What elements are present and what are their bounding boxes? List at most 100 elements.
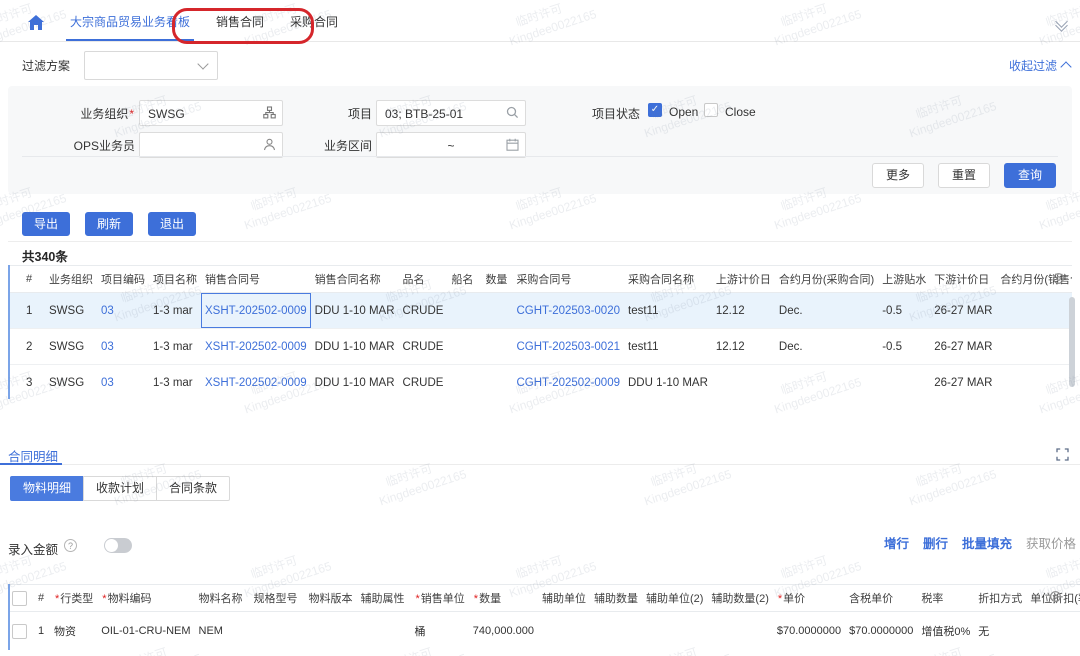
org-input[interactable]: SWSG bbox=[139, 100, 283, 126]
column-header[interactable]: 规格型号 bbox=[250, 585, 305, 612]
double-chevron-down-icon[interactable] bbox=[1057, 17, 1066, 30]
annotation-red-box bbox=[172, 8, 314, 44]
export-button[interactable]: 导出 bbox=[22, 212, 70, 236]
query-button[interactable]: 查询 bbox=[1004, 163, 1056, 188]
collapse-filter-link[interactable]: 收起过滤 bbox=[1009, 57, 1070, 74]
column-header[interactable]: 含税单价 bbox=[845, 585, 917, 612]
table-row[interactable]: 1物资OIL-01-CRU-NEMNEM桶740,000.000$70.0000… bbox=[8, 612, 1080, 651]
column-header[interactable]: 上游计价日 bbox=[712, 266, 775, 293]
section-divider bbox=[0, 464, 1080, 465]
column-header[interactable]: *物料编码 bbox=[97, 585, 194, 612]
column-header[interactable]: 上游贴水 bbox=[878, 266, 930, 293]
column-header[interactable]: 合约月份(采购合同) bbox=[775, 266, 878, 293]
more-button[interactable]: 更多 bbox=[872, 163, 924, 188]
column-header[interactable]: *数量 bbox=[469, 585, 538, 612]
org-tree-icon[interactable] bbox=[263, 106, 276, 119]
batch-fill-link[interactable]: 批量填充 bbox=[962, 533, 1012, 552]
table-row[interactable]: 1SWSG031-3 marXSHT-202502-0009DDU 1-10 M… bbox=[8, 293, 1072, 329]
column-header[interactable]: 采购合同号 bbox=[512, 266, 624, 293]
add-row-link[interactable]: 增行 bbox=[884, 533, 909, 552]
column-header[interactable]: 辅助数量 bbox=[590, 585, 642, 612]
column-header[interactable]: 采购合同名称 bbox=[624, 266, 712, 293]
biz-range-label: 业务区间 bbox=[298, 137, 372, 154]
filter-scheme-label: 过滤方案 bbox=[22, 57, 70, 74]
list-top-divider bbox=[8, 241, 1072, 242]
subtab-payment-plan[interactable]: 收款计划 bbox=[83, 476, 157, 501]
detail-tab-underline bbox=[0, 463, 62, 465]
column-header[interactable]: 销售合同号 bbox=[201, 266, 311, 293]
calendar-icon[interactable] bbox=[506, 138, 519, 151]
column-header[interactable]: 物料名称 bbox=[195, 585, 250, 612]
column-header[interactable]: *销售单位 bbox=[411, 585, 469, 612]
biz-range-input[interactable]: ~ bbox=[376, 132, 526, 158]
cell-link[interactable]: CGHT-202503-0021 bbox=[516, 341, 620, 353]
magnifier-icon[interactable] bbox=[506, 106, 519, 119]
status-open-checkbox[interactable]: ✓ bbox=[648, 103, 662, 117]
column-header[interactable]: 税率 bbox=[917, 585, 974, 612]
cell-link[interactable]: 03 bbox=[101, 341, 114, 353]
amount-entry-toggle[interactable] bbox=[104, 538, 132, 553]
ops-input[interactable] bbox=[139, 132, 283, 158]
column-header[interactable]: # bbox=[8, 266, 45, 293]
filter-scheme-select[interactable] bbox=[84, 51, 218, 80]
status-open-text: Open bbox=[669, 105, 709, 119]
cell-link[interactable]: XSHT-202502-0009 bbox=[205, 305, 307, 317]
ops-label: OPS业务员 bbox=[28, 137, 135, 154]
gear-icon[interactable] bbox=[1052, 272, 1065, 285]
status-close-text: Close bbox=[725, 105, 769, 119]
delete-row-link[interactable]: 删行 bbox=[923, 533, 948, 552]
question-circle-icon[interactable]: ? bbox=[64, 539, 77, 552]
column-header[interactable]: 辅助属性 bbox=[357, 585, 411, 612]
material-detail-table: #*行类型*物料编码物料名称规格型号物料版本辅助属性*销售单位*数量辅助单位辅助… bbox=[8, 584, 1080, 650]
column-header[interactable]: 数量 bbox=[481, 266, 512, 293]
top-tab-bar: 大宗商品贸易业务看板 销售合同 采购合同 bbox=[0, 4, 1080, 42]
column-header[interactable]: 业务组织 bbox=[45, 266, 97, 293]
column-header[interactable]: 物料版本 bbox=[305, 585, 357, 612]
gear-icon[interactable] bbox=[1049, 590, 1062, 603]
column-header[interactable]: 辅助数量(2) bbox=[707, 585, 772, 612]
project-label: 项目 bbox=[298, 105, 372, 122]
record-count: 共340条 bbox=[22, 246, 68, 265]
contracts-table: #业务组织项目编码项目名称销售合同号销售合同名称品名船名数量采购合同号采购合同名… bbox=[8, 265, 1072, 399]
column-header[interactable]: 项目编码 bbox=[97, 266, 149, 293]
project-input[interactable]: 03; BTB-25-01 bbox=[376, 100, 526, 126]
column-header[interactable]: 辅助单位 bbox=[538, 585, 590, 612]
table-row[interactable]: 2SWSG031-3 marXSHT-202502-0009DDU 1-10 M… bbox=[8, 329, 1072, 365]
column-header[interactable]: *单价 bbox=[773, 585, 845, 612]
project-status-label: 项目状态 bbox=[592, 105, 640, 122]
chevron-up-icon bbox=[1060, 61, 1071, 72]
home-icon[interactable] bbox=[28, 15, 44, 30]
column-header[interactable]: 船名 bbox=[447, 266, 481, 293]
column-header[interactable]: 项目名称 bbox=[149, 266, 201, 293]
cell-link[interactable]: XSHT-202502-0009 bbox=[205, 377, 307, 389]
cell-link[interactable]: CGHT-202502-0009 bbox=[516, 377, 620, 389]
filter-panel: 业务组织* SWSG 项目 03; BTB-25-01 项目状态 ✓ Open … bbox=[8, 86, 1072, 194]
row-checkbox[interactable] bbox=[12, 624, 27, 639]
cell-link[interactable]: 03 bbox=[101, 377, 114, 389]
cell-link[interactable]: CGHT-202503-0020 bbox=[516, 305, 620, 317]
amount-entry-label: 录入金额 bbox=[8, 539, 58, 558]
vertical-scrollbar[interactable] bbox=[1069, 297, 1075, 387]
subtab-material-detail[interactable]: 物料明细 bbox=[10, 476, 84, 501]
select-all-checkbox[interactable] bbox=[12, 591, 27, 606]
detail-subtabs: 物料明细 收款计划 合同条款 bbox=[10, 476, 230, 501]
exit-button[interactable]: 退出 bbox=[148, 212, 196, 236]
column-header[interactable]: 品名 bbox=[399, 266, 448, 293]
column-header[interactable]: 销售合同名称 bbox=[311, 266, 399, 293]
get-price-link[interactable]: 获取价格 bbox=[1026, 533, 1076, 552]
fullscreen-icon[interactable] bbox=[1056, 448, 1069, 461]
column-header[interactable]: *行类型 bbox=[50, 585, 97, 612]
chevron-down-icon bbox=[197, 58, 208, 69]
person-icon[interactable] bbox=[263, 138, 276, 151]
status-close-checkbox[interactable] bbox=[704, 103, 718, 117]
refresh-button[interactable]: 刷新 bbox=[85, 212, 133, 236]
column-header[interactable]: 下游计价日 bbox=[930, 266, 996, 293]
column-header[interactable]: 折扣方式 bbox=[974, 585, 1026, 612]
column-header[interactable]: # bbox=[34, 585, 50, 612]
reset-button[interactable]: 重置 bbox=[938, 163, 990, 188]
table-row[interactable]: 3SWSG031-3 marXSHT-202502-0009DDU 1-10 M… bbox=[8, 365, 1072, 400]
subtab-contract-terms[interactable]: 合同条款 bbox=[156, 476, 230, 501]
column-header[interactable]: 辅助单位(2) bbox=[642, 585, 707, 612]
cell-link[interactable]: XSHT-202502-0009 bbox=[205, 341, 307, 353]
cell-link[interactable]: 03 bbox=[101, 305, 114, 317]
